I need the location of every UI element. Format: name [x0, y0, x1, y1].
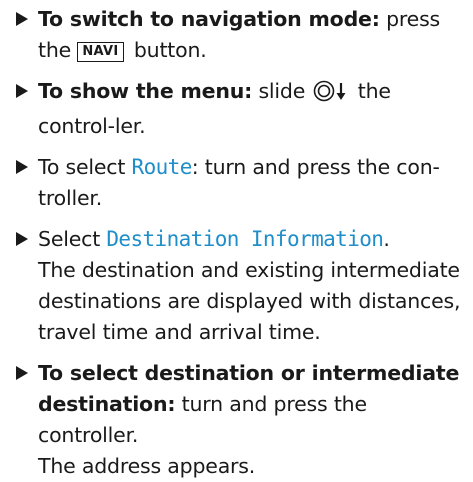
controller-slide-down-icon — [313, 80, 349, 111]
step-text: To select — [38, 155, 132, 179]
destination-information-label: Destination Information — [106, 227, 384, 251]
step-text: button. — [127, 38, 207, 62]
step-bullet-icon — [16, 160, 28, 174]
step-bullet-icon — [16, 366, 28, 380]
step-text: Select — [38, 227, 107, 251]
step-show-menu: To show the menu: slide the control-ler. — [10, 76, 463, 142]
step-heading: To show the menu: — [38, 79, 253, 103]
step-switch-navigation: To switch to navigation mode: press the … — [10, 4, 463, 66]
step-bullet-icon — [16, 232, 28, 246]
step-bullet-icon — [16, 84, 28, 98]
step-result-text: The address appears. — [38, 454, 256, 478]
step-select-destination: To select destination or intermediate de… — [10, 358, 463, 482]
step-heading: To switch to navigation mode: — [38, 7, 380, 31]
navi-key-label: NAVI — [77, 42, 124, 62]
step-text: slide — [252, 79, 312, 103]
step-text: . — [383, 227, 390, 251]
step-select-route: To select Route: turn and press the con-… — [10, 152, 463, 214]
step-select-destination-info: Select Destination Information. The dest… — [10, 224, 463, 348]
route-menu-item-label: Route — [131, 155, 193, 179]
instruction-page: To switch to navigation mode: press the … — [0, 0, 473, 478]
step-result-text: The destination and existing intermediat… — [38, 258, 461, 344]
step-bullet-icon — [16, 12, 28, 26]
